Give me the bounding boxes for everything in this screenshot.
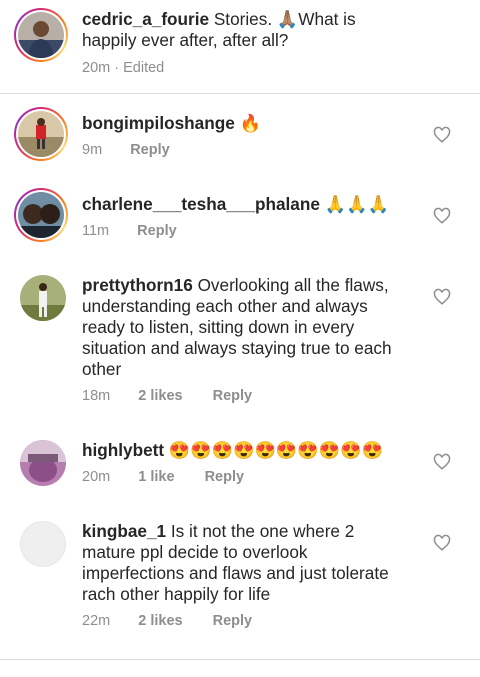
comment-time: 11m (82, 223, 110, 239)
story-ring[interactable] (14, 188, 68, 242)
heart-outline-icon[interactable] (433, 207, 451, 225)
heart-outline-icon[interactable] (433, 453, 451, 471)
comment-text-block: highlybett 😍😍😍😍😍😍😍😍😍😍 (82, 440, 422, 461)
caption-separator: · (114, 60, 120, 76)
comment-time: 18m (82, 388, 111, 404)
avatar[interactable] (20, 440, 66, 486)
story-ring[interactable] (14, 107, 68, 161)
comment-meta: 18m 2 likes Reply (82, 388, 252, 404)
avatar[interactable] (20, 275, 66, 321)
reply-button[interactable]: Reply (213, 388, 253, 404)
comment-username[interactable]: prettythorn16 (82, 275, 193, 295)
heart-outline-icon[interactable] (433, 288, 451, 306)
comment-username[interactable]: bongimpiloshange (82, 113, 235, 133)
caption-time: 20m (82, 60, 111, 76)
comment-meta: 11m Reply (82, 223, 177, 239)
comment-text: 🔥 (239, 113, 261, 133)
avatar[interactable] (18, 192, 64, 238)
caption-meta: 20m · Edited (82, 60, 164, 76)
avatar[interactable] (18, 12, 64, 58)
comment-username[interactable]: highlybett (82, 440, 164, 460)
likes-count[interactable]: 2 likes (138, 613, 182, 629)
divider (0, 93, 480, 94)
avatar[interactable] (18, 111, 64, 157)
heart-outline-icon[interactable] (433, 534, 451, 552)
caption-edited: Edited (123, 60, 165, 76)
heart-outline-icon[interactable] (433, 126, 451, 144)
comment-text-block: bongimpiloshange 🔥 (82, 113, 407, 134)
reply-button[interactable]: Reply (205, 469, 245, 485)
divider (0, 659, 480, 660)
comment-text-block: kingbae_1 Is it not the one where 2 matu… (82, 521, 407, 605)
comment-text: 🙏🙏🙏 (324, 194, 389, 214)
likes-count[interactable]: 1 like (138, 469, 174, 485)
avatar[interactable] (20, 521, 66, 567)
likes-count[interactable]: 2 likes (138, 388, 182, 404)
comment-username[interactable]: kingbae_1 (82, 521, 166, 541)
comment-meta: 20m 1 like Reply (82, 469, 244, 485)
comment-text: 😍😍😍😍😍😍😍😍😍😍 (168, 440, 383, 460)
comment-meta: 22m 2 likes Reply (82, 613, 252, 629)
comment-username[interactable]: charlene___tesha___phalane (82, 194, 320, 214)
comment-text-block: charlene___tesha___phalane 🙏🙏🙏 (82, 194, 422, 215)
reply-button[interactable]: Reply (130, 142, 170, 158)
caption-text-block: cedric_a_fourie Stories. 🙏🏽What is happi… (82, 9, 407, 51)
comment-time: 22m (82, 613, 111, 629)
comment-time: 20m (82, 469, 111, 485)
reply-button[interactable]: Reply (213, 613, 253, 629)
comment-meta: 9m Reply (82, 142, 170, 158)
comment-time: 9m (82, 142, 103, 158)
caption-username[interactable]: cedric_a_fourie (82, 9, 209, 29)
comment-text-block: prettythorn16 Overlooking all the flaws,… (82, 275, 407, 380)
reply-button[interactable]: Reply (137, 223, 177, 239)
story-ring[interactable] (14, 8, 68, 62)
